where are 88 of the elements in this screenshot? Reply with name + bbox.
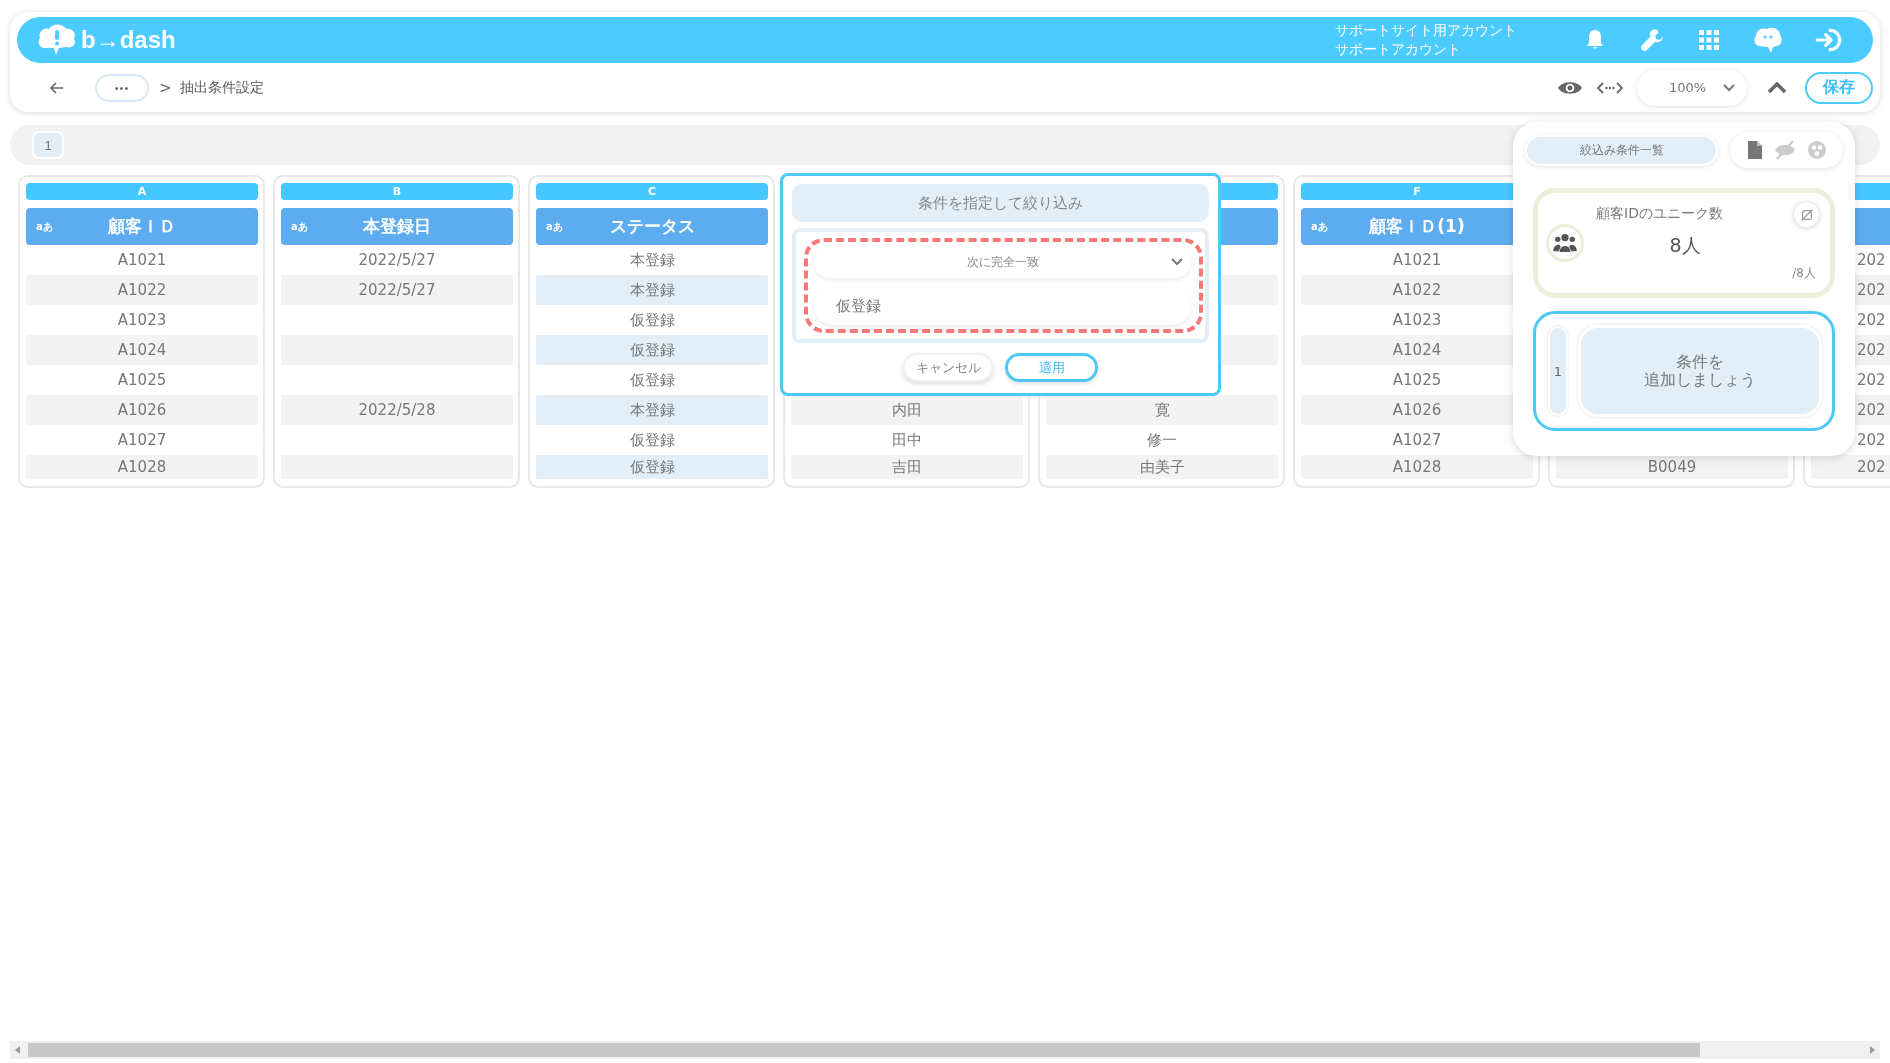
table-cell: A1028: [1301, 455, 1533, 479]
table-cell: 202: [1811, 455, 1890, 479]
card-title: 顧客IDのユニーク数: [1596, 204, 1724, 223]
table-cell-text: 仮登録: [628, 370, 676, 391]
table-cell-text: 修一: [1146, 430, 1178, 451]
table-cell-text: A1021: [1391, 250, 1443, 271]
eye-slash-icon[interactable]: [1772, 140, 1797, 160]
column-letter[interactable]: A: [26, 183, 258, 200]
table-cell-text: A1025: [1391, 370, 1443, 391]
value-field[interactable]: 仮登録: [814, 287, 1191, 325]
column-letter[interactable]: B: [281, 183, 513, 200]
crossed-square-icon: [1799, 207, 1814, 222]
table-cell: 内田: [791, 395, 1023, 425]
column-title: 本登録日: [363, 215, 431, 238]
save-button[interactable]: 保存: [1805, 71, 1873, 104]
table-cell: 仮登録: [536, 335, 768, 365]
cancel-button[interactable]: キャンセル: [903, 353, 993, 382]
count-value: 8人: [1668, 232, 1702, 258]
column-title: 顧客ＩＤ: [108, 215, 176, 238]
column-header[interactable]: aあ 本登録日: [281, 208, 513, 245]
table-cell-text: A1021: [116, 250, 168, 271]
table-cell: 由美子: [1046, 455, 1278, 479]
table-cell: 本登録: [536, 275, 768, 305]
wrench-icon[interactable]: [1639, 27, 1665, 53]
back-arrow-icon[interactable]: [49, 79, 65, 96]
table-cell-text: A1025: [116, 370, 168, 391]
account-name: サポートアカウント: [1335, 40, 1462, 59]
chevron-down-icon: [1171, 258, 1183, 266]
table-cell: 本登録: [536, 395, 768, 425]
count-total: /8人: [1791, 264, 1816, 282]
operator-value: 次に完全一致: [966, 253, 1039, 271]
condition-number: 1: [1548, 326, 1568, 416]
code-icon[interactable]: [1597, 80, 1623, 95]
document-icon[interactable]: [1746, 140, 1763, 160]
table-cell-text: 202: [1856, 370, 1887, 391]
table-cell: 2022/5/28: [281, 395, 513, 425]
column-header[interactable]: aあ ステータス: [536, 208, 768, 245]
type-tag: aあ: [36, 219, 53, 234]
table-cell-text: A1027: [116, 430, 168, 451]
table-cell-text: A1027: [1391, 430, 1443, 451]
table-cell: 2022/5/27: [281, 275, 513, 305]
table-cell: 寛: [1046, 395, 1278, 425]
exclude-button[interactable]: [1793, 201, 1820, 228]
popup-title: 条件を指定して絞り込み: [792, 184, 1209, 222]
table-cell-text: 202: [1856, 250, 1887, 271]
zoom-value: 100%: [1669, 80, 1707, 95]
type-tag: aあ: [1311, 219, 1328, 234]
table-cell-text: 本登録: [628, 250, 676, 271]
column-title: ステータス: [609, 215, 695, 238]
column-letter[interactable]: C: [536, 183, 768, 200]
breadcrumb-current: 抽出条件設定: [179, 78, 264, 97]
more-button[interactable]: •••: [95, 73, 149, 102]
table-cell: 吉田: [791, 455, 1023, 479]
table-cell-text: 田中: [891, 430, 923, 451]
zoom-dropdown[interactable]: 100%: [1637, 69, 1747, 106]
collapse-chevron-icon[interactable]: [1767, 81, 1787, 94]
table-cell: 仮登録: [536, 455, 768, 479]
table-cell: A1024: [26, 335, 258, 365]
grid-icon[interactable]: [1697, 28, 1721, 52]
table-cell-text: 仮登録: [628, 310, 676, 331]
table-cell: A1028: [26, 455, 258, 479]
type-tag: aあ: [546, 219, 563, 234]
table-cell: A1022: [26, 275, 258, 305]
account-name: サポートサイト用アカウント: [1335, 21, 1517, 40]
table-cell-text: 202: [1856, 430, 1887, 451]
table-cell-text: A1023: [1391, 310, 1443, 331]
column-title: 顧客ＩＤ(1): [1369, 215, 1465, 238]
table-cell: A1026: [26, 395, 258, 425]
horizontal-scrollbar[interactable]: [10, 1041, 1880, 1059]
logo-text: b→dash: [81, 26, 176, 54]
chevron-down-icon: [1723, 83, 1735, 92]
sheet-tab[interactable]: 1: [32, 131, 64, 159]
table-cell: B0049: [1556, 455, 1788, 479]
brain-icon[interactable]: [1753, 26, 1783, 54]
apply-button[interactable]: 適用: [1005, 353, 1098, 382]
column-header[interactable]: aあ 顧客ＩＤ: [26, 208, 258, 245]
dots-circle-icon[interactable]: [1806, 140, 1827, 160]
table-cell-text: 仮登録: [628, 430, 676, 451]
table-cell-text: 2022/5/27: [357, 250, 437, 271]
type-tag: aあ: [291, 219, 308, 234]
table-cell-text: A1023: [116, 310, 168, 331]
people-icon: [1546, 224, 1584, 262]
table-cell-text: 202: [1856, 310, 1887, 331]
value-input[interactable]: 仮登録: [836, 297, 1191, 315]
panel-tab[interactable]: 絞込み条件一覧: [1525, 134, 1719, 166]
breadcrumb-separator: >: [159, 78, 172, 97]
add-condition-button[interactable]: 条件を 追加しましょう: [1578, 325, 1822, 417]
operator-dropdown[interactable]: 次に完全一致: [814, 246, 1191, 278]
